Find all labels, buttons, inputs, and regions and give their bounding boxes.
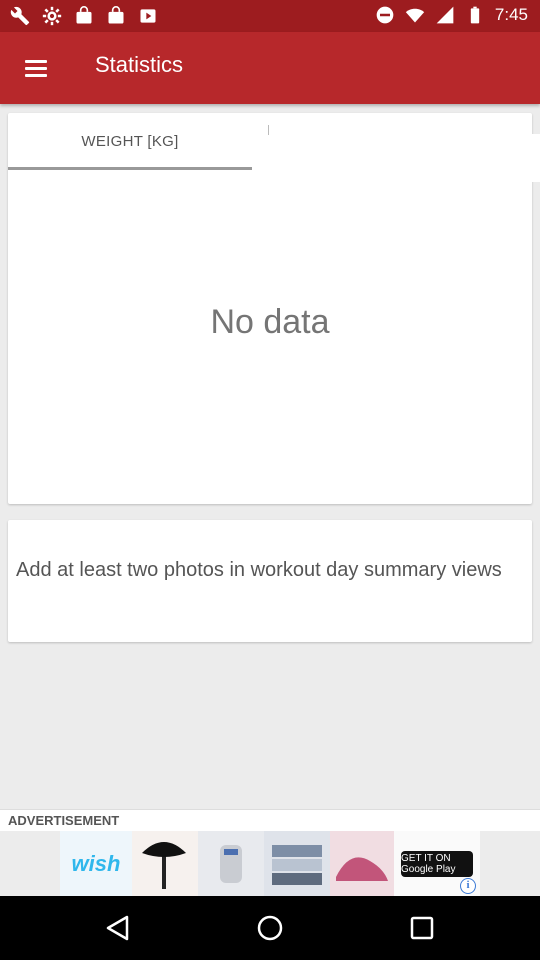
ad-product-towels [264, 831, 330, 896]
ad-product-shoes [330, 831, 394, 896]
ad-banner[interactable]: wish GET IT ON Google Play i [60, 831, 480, 896]
settings-icon [42, 6, 62, 26]
bag-icon [76, 6, 92, 24]
tab-weight-label: WEIGHT [KG] [81, 133, 179, 150]
page-title: Statistics [95, 52, 184, 77]
status-bar-system: 7:45 [375, 5, 528, 25]
tab-weight[interactable]: WEIGHT [KG] [8, 113, 252, 170]
empty-state-message: No data [210, 303, 330, 341]
play-store-icon [140, 9, 156, 23]
battery-icon [470, 6, 480, 24]
wifi-icon [405, 8, 425, 23]
tab-divider [268, 125, 269, 135]
status-bar: 7:45 [0, 0, 540, 32]
status-bar-notifications [10, 6, 158, 26]
info-card: Add at least two photos in workout day s… [8, 520, 532, 642]
app-bar: Statistics [0, 32, 540, 104]
recents-icon[interactable] [407, 913, 437, 943]
tab-overflow [532, 134, 540, 182]
info-icon[interactable]: i [460, 878, 476, 894]
ad-brand-logo: wish [60, 831, 132, 896]
ad-product-charger [198, 831, 264, 896]
navigation-bar [0, 896, 540, 960]
advertisement-label: ADVERTISEMENT [0, 809, 540, 831]
chart-card: WEIGHT [KG] No data [8, 113, 540, 504]
info-message: Add at least two photos in workout day s… [16, 559, 502, 581]
minus-circle-icon [376, 6, 394, 24]
tab-indicator [8, 167, 252, 170]
google-play-badge-text: GET IT ON Google Play [401, 850, 473, 877]
hamburger-menu-icon[interactable] [16, 48, 56, 88]
back-icon[interactable] [103, 913, 133, 943]
wrench-icon [10, 6, 30, 26]
signal-icon [436, 6, 454, 24]
status-time: 7:45 [494, 5, 528, 24]
bag-icon [108, 6, 124, 24]
ad-product-brush [132, 831, 198, 896]
home-icon[interactable] [255, 913, 285, 943]
